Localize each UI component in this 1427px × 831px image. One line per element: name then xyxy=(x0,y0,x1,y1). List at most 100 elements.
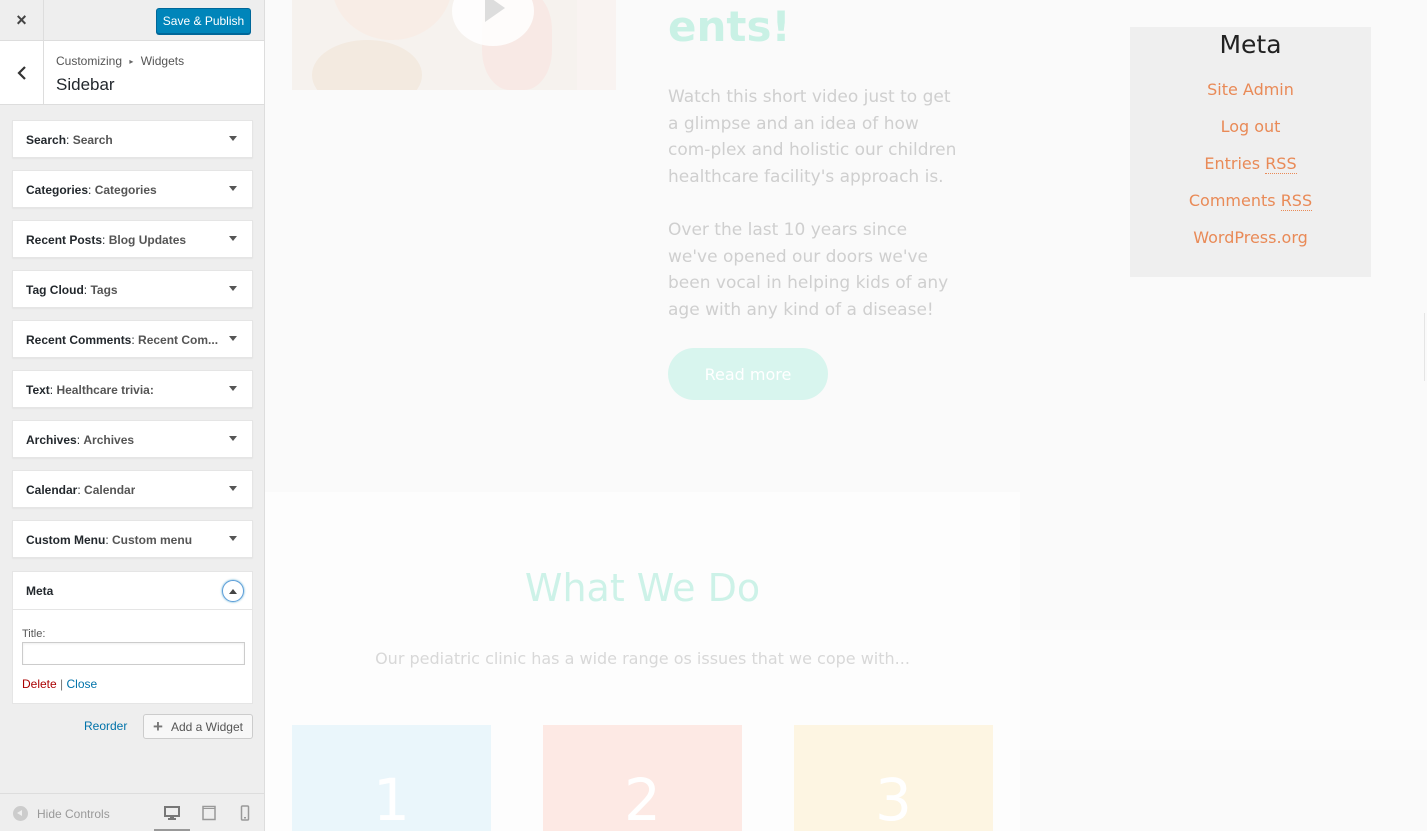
widget-recent-comments[interactable]: Recent Comments: Recent Com... xyxy=(12,320,253,358)
section-title: Sidebar xyxy=(56,75,115,94)
widget-name: Calendar xyxy=(26,483,78,497)
widget-name: Archives xyxy=(26,433,77,447)
image-edge xyxy=(577,0,616,90)
chevron-left-icon xyxy=(16,65,26,80)
expand-arrow-icon[interactable] xyxy=(229,286,237,291)
widget-name: Text xyxy=(26,383,50,397)
read-more-button[interactable]: Read more xyxy=(668,348,828,400)
breadcrumb-customizing: Customizing xyxy=(56,54,123,68)
rss-abbr: RSS xyxy=(1280,191,1313,211)
reorder-link[interactable]: Reorder xyxy=(84,719,127,733)
what-we-do-subtitle: Our pediatric clinic has a wide range os… xyxy=(375,649,910,668)
widget-custom-menu[interactable]: Custom Menu: Custom menu xyxy=(12,520,253,558)
widget-name: Search xyxy=(26,133,67,147)
widget-title: Archives xyxy=(83,433,135,447)
add-widget-button[interactable]: + Add a Widget xyxy=(143,714,253,739)
link-text: WordPress.org xyxy=(1193,228,1308,247)
hide-controls-label: Hide Controls xyxy=(37,806,110,821)
desktop-icon[interactable] xyxy=(164,805,180,821)
widget-title: Tags xyxy=(90,283,118,297)
meta-widget-title: Meta xyxy=(1219,30,1282,59)
close-icon: × xyxy=(16,10,27,30)
expand-arrow-icon[interactable] xyxy=(229,186,237,191)
widget-title: Custom menu xyxy=(112,533,193,547)
close-customizer-button[interactable]: × xyxy=(0,0,44,41)
collapse-arrow-icon xyxy=(229,588,237,594)
back-button[interactable] xyxy=(0,41,44,104)
customizer-header: × Save & Publish xyxy=(0,0,264,41)
link-text: Comments xyxy=(1188,191,1281,210)
expand-arrow-icon[interactable] xyxy=(229,486,237,491)
expand-arrow-icon[interactable] xyxy=(229,236,237,241)
customizer-panel: × Save & Publish Customizing ▸ Widgets S… xyxy=(0,0,265,831)
meta-links: Site Admin Log out Entries RSS Comments … xyxy=(1130,80,1371,265)
mobile-icon[interactable] xyxy=(237,805,253,821)
log-out-link[interactable]: Log out xyxy=(1130,117,1371,154)
link-text: Log out xyxy=(1220,117,1281,136)
widget-title: Search xyxy=(72,133,113,147)
widget-name: Tag Cloud xyxy=(26,283,84,297)
tablet-icon[interactable] xyxy=(201,805,217,821)
site-admin-link[interactable]: Site Admin xyxy=(1130,80,1371,117)
video-thumbnail[interactable] xyxy=(292,0,616,90)
child-image xyxy=(332,0,452,40)
link-text: Entries xyxy=(1204,154,1266,173)
widget-name: Custom Menu xyxy=(26,533,106,547)
intro-paragraph: Watch this short video just to get a gli… xyxy=(668,87,957,187)
breadcrumb: Customizing ▸ Widgets xyxy=(56,54,184,68)
expand-arrow-icon[interactable] xyxy=(229,386,237,391)
actions-separator: | xyxy=(60,677,64,691)
widget-text[interactable]: Text: Healthcare trivia: xyxy=(12,370,253,408)
widget-meta-header[interactable]: Meta xyxy=(13,572,252,610)
widget-title: Categories xyxy=(94,183,157,197)
widget-name: Categories xyxy=(26,183,89,197)
plus-icon: + xyxy=(153,716,163,736)
breadcrumb-widgets: Widgets xyxy=(140,54,185,68)
entries-rss-link[interactable]: Entries RSS xyxy=(1130,154,1371,191)
site-preview: ents! Watch this short video just to get… xyxy=(265,0,1427,831)
widget-name: Meta xyxy=(26,584,54,598)
widget-calendar[interactable]: Calendar: Calendar xyxy=(12,470,253,508)
widget-title: Healthcare trivia: xyxy=(56,383,154,397)
expand-arrow-icon[interactable] xyxy=(229,136,237,141)
section-backdrop xyxy=(1020,630,1427,750)
close-link[interactable]: Close xyxy=(67,677,98,691)
widget-name: Recent Comments xyxy=(26,333,132,347)
service-tile-2[interactable]: 2 xyxy=(543,725,742,831)
service-tile-1[interactable]: 1 xyxy=(292,725,491,831)
teddy-bear-image xyxy=(312,40,422,90)
widget-title: Recent Com... xyxy=(138,333,219,347)
widget-archives[interactable]: Archives: Archives xyxy=(12,420,253,458)
collapse-toggle-button[interactable] xyxy=(222,580,244,602)
service-tile-3[interactable]: 3 xyxy=(794,725,993,831)
history-paragraph: Over the last 10 years since we've opene… xyxy=(668,220,949,320)
meta-widget: Meta Site Admin Log out Entries RSS Comm… xyxy=(1130,27,1371,277)
customizer-footer: Hide Controls xyxy=(0,793,264,831)
save-publish-button[interactable]: Save & Publish xyxy=(156,8,251,34)
widget-recent-posts[interactable]: Recent Posts: Blog Updates xyxy=(12,220,253,258)
widget-search[interactable]: Search: Search xyxy=(12,120,253,158)
expand-arrow-icon[interactable] xyxy=(229,536,237,541)
collapse-sidebar-icon xyxy=(13,806,28,821)
section-title-bar: Customizing ▸ Widgets Sidebar xyxy=(0,41,264,105)
add-widget-label: Add a Widget xyxy=(170,719,243,734)
wordpress-org-link[interactable]: WordPress.org xyxy=(1130,228,1371,265)
delete-link[interactable]: Delete xyxy=(22,677,57,691)
comments-rss-link[interactable]: Comments RSS xyxy=(1130,191,1371,228)
expand-arrow-icon[interactable] xyxy=(229,336,237,341)
widget-categories[interactable]: Categories: Categories xyxy=(12,170,253,208)
title-input[interactable] xyxy=(22,642,245,665)
widget-tag-cloud[interactable]: Tag Cloud: Tags xyxy=(12,270,253,308)
widget-meta-expanded: Meta Title: Delete | Close xyxy=(12,571,253,704)
widget-title: Calendar xyxy=(84,483,136,497)
breadcrumb-separator-icon: ▸ xyxy=(129,57,134,66)
headline-fragment: ents! xyxy=(668,2,791,51)
hide-controls-button[interactable]: Hide Controls xyxy=(13,806,110,821)
title-field-label: Title: xyxy=(22,628,46,640)
expand-arrow-icon[interactable] xyxy=(229,436,237,441)
widget-title: Blog Updates xyxy=(108,233,187,247)
rss-abbr: RSS xyxy=(1265,154,1297,174)
what-we-do-title: What We Do xyxy=(524,566,761,610)
widget-name: Recent Posts xyxy=(26,233,103,247)
link-text: Site Admin xyxy=(1207,80,1294,99)
